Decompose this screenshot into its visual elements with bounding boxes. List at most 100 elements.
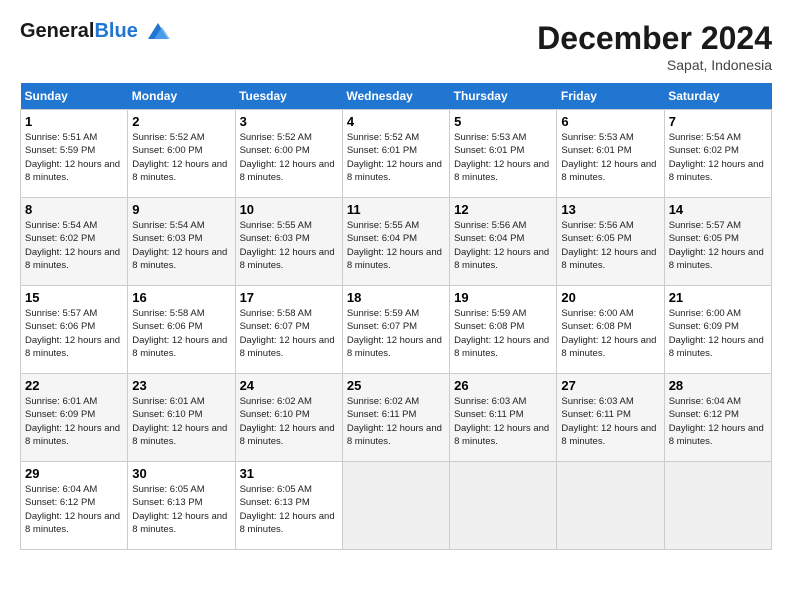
weekday-header-tuesday: Tuesday xyxy=(235,83,342,110)
calendar-day-cell: 7 Sunrise: 5:54 AMSunset: 6:02 PMDaylight… xyxy=(664,110,771,198)
day-number: 29 xyxy=(25,466,123,481)
weekday-header-sunday: Sunday xyxy=(21,83,128,110)
day-info: Sunrise: 5:51 AMSunset: 5:59 PMDaylight:… xyxy=(25,131,123,184)
day-info: Sunrise: 5:53 AMSunset: 6:01 PMDaylight:… xyxy=(561,131,659,184)
calendar-week-row: 8 Sunrise: 5:54 AMSunset: 6:02 PMDaylight… xyxy=(21,198,772,286)
page-header: GeneralBlue December 2024 Sapat, Indones… xyxy=(20,20,772,73)
day-number: 20 xyxy=(561,290,659,305)
day-info: Sunrise: 6:03 AMSunset: 6:11 PMDaylight:… xyxy=(561,395,659,448)
calendar-day-cell: 19Sunrise: 5:59 AMSunset: 6:08 PMDayligh… xyxy=(450,286,557,374)
calendar-day-cell: 16 Sunrise: 5:58 AMSunset: 6:06 PMDayligh… xyxy=(128,286,235,374)
day-number: 2 xyxy=(132,114,230,129)
day-info: Sunrise: 6:01 AMSunset: 6:10 PMDaylight:… xyxy=(132,395,230,448)
day-number: 15 xyxy=(25,290,123,305)
day-number: 4 xyxy=(347,114,445,129)
day-number: 5 xyxy=(454,114,552,129)
day-number: 17 xyxy=(240,290,338,305)
day-number: 21 xyxy=(669,290,767,305)
calendar-day-cell: 13 Sunrise: 5:56 AMSunset: 6:05 PMDayligh… xyxy=(557,198,664,286)
day-number: 6 xyxy=(561,114,659,129)
calendar-day-cell: 15 Sunrise: 5:57 AMSunset: 6:06 PMDayligh… xyxy=(21,286,128,374)
day-number: 3 xyxy=(240,114,338,129)
calendar-day-cell: 10 Sunrise: 5:55 AMSunset: 6:03 PMDayligh… xyxy=(235,198,342,286)
calendar-week-row: 15 Sunrise: 5:57 AMSunset: 6:06 PMDayligh… xyxy=(21,286,772,374)
day-info: Sunrise: 6:04 AMSunset: 6:12 PMDaylight:… xyxy=(25,483,123,536)
day-info: Sunrise: 5:57 AMSunset: 6:05 PMDaylight:… xyxy=(669,219,767,272)
day-number: 24 xyxy=(240,378,338,393)
day-number: 1 xyxy=(25,114,123,129)
calendar-day-cell: 27Sunrise: 6:03 AMSunset: 6:11 PMDayligh… xyxy=(557,374,664,462)
day-number: 25 xyxy=(347,378,445,393)
logo-icon xyxy=(140,21,172,43)
day-number: 11 xyxy=(347,202,445,217)
calendar-day-cell: 26 Sunrise: 6:03 AMSunset: 6:11 PMDayligh… xyxy=(450,374,557,462)
calendar-day-cell: 28Sunrise: 6:04 AMSunset: 6:12 PMDayligh… xyxy=(664,374,771,462)
calendar-day-cell: 30 Sunrise: 6:05 AMSunset: 6:13 PMDayligh… xyxy=(128,462,235,550)
calendar-day-cell xyxy=(450,462,557,550)
day-number: 13 xyxy=(561,202,659,217)
logo-text: GeneralBlue xyxy=(20,20,138,43)
day-info: Sunrise: 5:52 AMSunset: 6:00 PMDaylight:… xyxy=(240,131,338,184)
day-number: 16 xyxy=(132,290,230,305)
day-info: Sunrise: 5:58 AMSunset: 6:06 PMDaylight:… xyxy=(132,307,230,360)
day-number: 31 xyxy=(240,466,338,481)
day-info: Sunrise: 5:56 AMSunset: 6:04 PMDaylight:… xyxy=(454,219,552,272)
weekday-header-monday: Monday xyxy=(128,83,235,110)
day-info: Sunrise: 5:55 AMSunset: 6:03 PMDaylight:… xyxy=(240,219,338,272)
weekday-header-row: SundayMondayTuesdayWednesdayThursdayFrid… xyxy=(21,83,772,110)
day-info: Sunrise: 5:54 AMSunset: 6:02 PMDaylight:… xyxy=(25,219,123,272)
day-number: 30 xyxy=(132,466,230,481)
calendar-day-cell: 21 Sunrise: 6:00 AMSunset: 6:09 PMDayligh… xyxy=(664,286,771,374)
calendar-day-cell: 18Sunrise: 5:59 AMSunset: 6:07 PMDayligh… xyxy=(342,286,449,374)
calendar-day-cell xyxy=(664,462,771,550)
weekday-header-wednesday: Wednesday xyxy=(342,83,449,110)
calendar-week-row: 29 Sunrise: 6:04 AMSunset: 6:12 PMDayligh… xyxy=(21,462,772,550)
day-info: Sunrise: 5:59 AMSunset: 6:07 PMDaylight:… xyxy=(347,307,445,360)
calendar-week-row: 22 Sunrise: 6:01 AMSunset: 6:09 PMDayligh… xyxy=(21,374,772,462)
day-info: Sunrise: 6:00 AMSunset: 6:09 PMDaylight:… xyxy=(669,307,767,360)
day-number: 23 xyxy=(132,378,230,393)
day-info: Sunrise: 5:57 AMSunset: 6:06 PMDaylight:… xyxy=(25,307,123,360)
calendar-day-cell: 17 Sunrise: 5:58 AMSunset: 6:07 PMDayligh… xyxy=(235,286,342,374)
location: Sapat, Indonesia xyxy=(537,57,772,73)
calendar-day-cell: 1 Sunrise: 5:51 AMSunset: 5:59 PMDaylight… xyxy=(21,110,128,198)
calendar-day-cell: 20 Sunrise: 6:00 AMSunset: 6:08 PMDayligh… xyxy=(557,286,664,374)
calendar-day-cell: 25 Sunrise: 6:02 AMSunset: 6:11 PMDayligh… xyxy=(342,374,449,462)
calendar-day-cell: 8 Sunrise: 5:54 AMSunset: 6:02 PMDaylight… xyxy=(21,198,128,286)
calendar-day-cell xyxy=(557,462,664,550)
weekday-header-saturday: Saturday xyxy=(664,83,771,110)
calendar-day-cell: 24 Sunrise: 6:02 AMSunset: 6:10 PMDayligh… xyxy=(235,374,342,462)
calendar-day-cell: 9 Sunrise: 5:54 AMSunset: 6:03 PMDaylight… xyxy=(128,198,235,286)
day-number: 28 xyxy=(669,378,767,393)
day-number: 9 xyxy=(132,202,230,217)
day-info: Sunrise: 5:54 AMSunset: 6:03 PMDaylight:… xyxy=(132,219,230,272)
day-number: 19 xyxy=(454,290,552,305)
day-info: Sunrise: 6:01 AMSunset: 6:09 PMDaylight:… xyxy=(25,395,123,448)
day-number: 8 xyxy=(25,202,123,217)
day-number: 26 xyxy=(454,378,552,393)
weekday-header-thursday: Thursday xyxy=(450,83,557,110)
day-info: Sunrise: 6:02 AMSunset: 6:11 PMDaylight:… xyxy=(347,395,445,448)
day-number: 22 xyxy=(25,378,123,393)
calendar-day-cell xyxy=(342,462,449,550)
day-info: Sunrise: 5:53 AMSunset: 6:01 PMDaylight:… xyxy=(454,131,552,184)
day-number: 7 xyxy=(669,114,767,129)
day-number: 10 xyxy=(240,202,338,217)
day-info: Sunrise: 6:05 AMSunset: 6:13 PMDaylight:… xyxy=(132,483,230,536)
month-title: December 2024 xyxy=(537,20,772,57)
calendar-day-cell: 6 Sunrise: 5:53 AMSunset: 6:01 PMDaylight… xyxy=(557,110,664,198)
day-info: Sunrise: 5:52 AMSunset: 6:00 PMDaylight:… xyxy=(132,131,230,184)
day-info: Sunrise: 6:02 AMSunset: 6:10 PMDaylight:… xyxy=(240,395,338,448)
day-info: Sunrise: 5:54 AMSunset: 6:02 PMDaylight:… xyxy=(669,131,767,184)
day-info: Sunrise: 6:05 AMSunset: 6:13 PMDaylight:… xyxy=(240,483,338,536)
day-info: Sunrise: 6:00 AMSunset: 6:08 PMDaylight:… xyxy=(561,307,659,360)
calendar-day-cell: 5 Sunrise: 5:53 AMSunset: 6:01 PMDaylight… xyxy=(450,110,557,198)
calendar-table: SundayMondayTuesdayWednesdayThursdayFrid… xyxy=(20,83,772,550)
calendar-week-row: 1 Sunrise: 5:51 AMSunset: 5:59 PMDaylight… xyxy=(21,110,772,198)
calendar-day-cell: 11Sunrise: 5:55 AMSunset: 6:04 PMDayligh… xyxy=(342,198,449,286)
calendar-day-cell: 23 Sunrise: 6:01 AMSunset: 6:10 PMDayligh… xyxy=(128,374,235,462)
day-info: Sunrise: 5:56 AMSunset: 6:05 PMDaylight:… xyxy=(561,219,659,272)
day-info: Sunrise: 6:03 AMSunset: 6:11 PMDaylight:… xyxy=(454,395,552,448)
day-info: Sunrise: 5:58 AMSunset: 6:07 PMDaylight:… xyxy=(240,307,338,360)
calendar-day-cell: 31 Sunrise: 6:05 AMSunset: 6:13 PMDayligh… xyxy=(235,462,342,550)
